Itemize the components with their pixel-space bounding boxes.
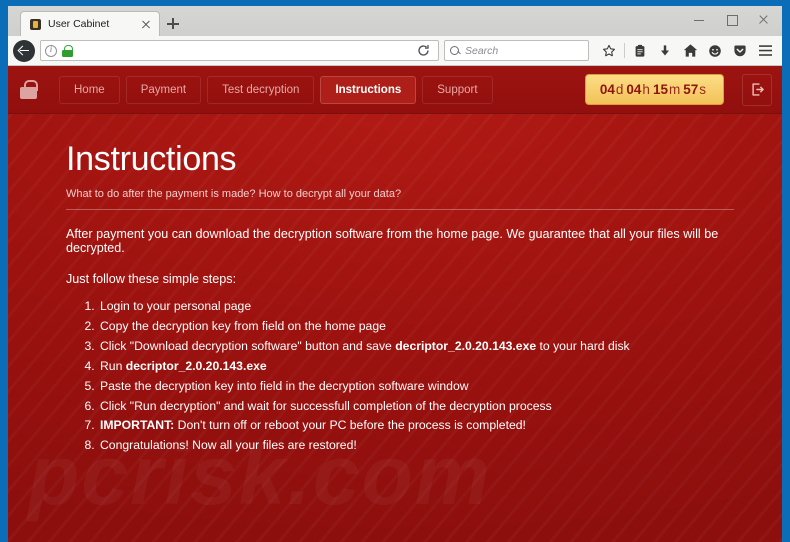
- step-text: Login to your personal page: [100, 299, 252, 314]
- close-icon[interactable]: [139, 17, 153, 31]
- tab-title: User Cabinet: [48, 18, 110, 30]
- page-title: Instructions: [66, 140, 237, 178]
- instruction-step: Congratulations! Now all your files are …: [98, 436, 734, 456]
- instruction-step: Login to your personal page: [98, 297, 734, 317]
- home-icon[interactable]: [678, 39, 702, 63]
- nav-item-instructions[interactable]: Instructions: [320, 75, 417, 104]
- timer-minutes: 15: [652, 82, 668, 97]
- nav-item-support[interactable]: Support: [422, 75, 493, 104]
- url-bar[interactable]: [40, 40, 439, 61]
- desktop-background: User Cabinet i Search Home Payment Test …: [0, 0, 790, 542]
- close-window-icon[interactable]: [748, 8, 778, 30]
- search-placeholder: Search: [465, 44, 499, 57]
- page-viewport: pcrisk.com Home Payment Test decryption …: [8, 66, 782, 542]
- instruction-step: Copy the decryption key from field on th…: [98, 317, 734, 337]
- timer-hours-unit: h: [642, 82, 650, 97]
- instruction-step: Run decriptor_2.0.20.143.exe: [98, 357, 734, 377]
- timer-minutes-unit: m: [668, 82, 681, 97]
- site-navbar: Home Payment Test decryption Instruction…: [8, 66, 782, 114]
- timer-hours: 04: [626, 82, 642, 97]
- bookmark-star-icon[interactable]: [597, 39, 621, 63]
- timer-days: 04: [599, 82, 615, 97]
- padlock-favicon-icon: [30, 18, 41, 30]
- page-content: Instructions What to do after the paymen…: [8, 114, 782, 456]
- tab-strip: User Cabinet: [8, 6, 782, 36]
- padlock-icon[interactable]: [20, 80, 38, 99]
- timer-days-unit: d: [615, 82, 624, 97]
- browser-tab[interactable]: User Cabinet: [20, 11, 160, 36]
- countdown-timer: 04d 04h 15m 57s: [584, 74, 724, 105]
- page-subtitle: What to do after the payment is made? Ho…: [66, 188, 402, 201]
- step-text: Copy the decryption key from field on th…: [100, 318, 386, 333]
- instruction-step: IMPORTANT: Don't turn off or reboot your…: [98, 416, 734, 436]
- nav-item-home[interactable]: Home: [59, 75, 120, 104]
- toolbar-divider: [624, 43, 625, 58]
- step-emphasis: decriptor_2.0.20.143.exe: [395, 338, 537, 353]
- instruction-step: Click "Run decryption" and wait for succ…: [98, 397, 734, 417]
- steps-intro: Just follow these simple steps:: [66, 272, 237, 287]
- step-emphasis: IMPORTANT:: [100, 418, 175, 433]
- browser-toolbar: Search: [8, 36, 782, 66]
- window-controls: [684, 8, 778, 30]
- info-icon[interactable]: [45, 44, 57, 57]
- lock-icon[interactable]: [62, 44, 73, 57]
- toolbar-icon-group: [594, 39, 777, 63]
- step-text: Click "Download decryption software" but…: [100, 338, 396, 353]
- step-text: Congratulations! Now all your files are …: [100, 438, 357, 453]
- instruction-step: Click "Download decryption software" but…: [98, 337, 734, 357]
- title-divider: [66, 209, 734, 211]
- search-input[interactable]: Search: [444, 40, 589, 61]
- logout-icon: [750, 82, 765, 97]
- new-tab-button[interactable]: [160, 11, 186, 36]
- timer-seconds-unit: s: [699, 82, 706, 97]
- downloads-icon[interactable]: [653, 39, 677, 63]
- instruction-step: Paste the decryption key into field in t…: [98, 377, 734, 397]
- logout-button[interactable]: [742, 73, 772, 106]
- step-text: Paste the decryption key into field in t…: [100, 378, 469, 393]
- nav-item-payment[interactable]: Payment: [125, 75, 202, 104]
- minimize-icon[interactable]: [684, 8, 714, 30]
- step-emphasis: decriptor_2.0.20.143.exe: [125, 358, 267, 373]
- menu-icon[interactable]: [753, 39, 777, 63]
- step-text-tail: Don't turn off or reboot your PC before …: [174, 418, 526, 433]
- step-text: Run: [100, 358, 126, 373]
- nav-item-test-decryption[interactable]: Test decryption: [207, 75, 315, 104]
- maximize-icon[interactable]: [716, 8, 746, 30]
- reload-icon[interactable]: [412, 40, 434, 62]
- search-icon: [450, 45, 460, 56]
- lead-paragraph: After payment you can download the decry…: [66, 227, 719, 256]
- browser-window: User Cabinet i Search Home Payment Test …: [8, 6, 782, 542]
- back-button[interactable]: [13, 39, 35, 62]
- pocket-icon[interactable]: [728, 39, 752, 63]
- library-icon[interactable]: [628, 39, 652, 63]
- instruction-steps: Login to your personal page Copy the decr…: [66, 297, 734, 456]
- timer-seconds: 57: [683, 82, 699, 97]
- step-text: Click "Run decryption" and wait for succ…: [100, 398, 552, 413]
- step-text-tail: to your hard disk: [536, 338, 630, 353]
- account-icon[interactable]: [703, 39, 727, 63]
